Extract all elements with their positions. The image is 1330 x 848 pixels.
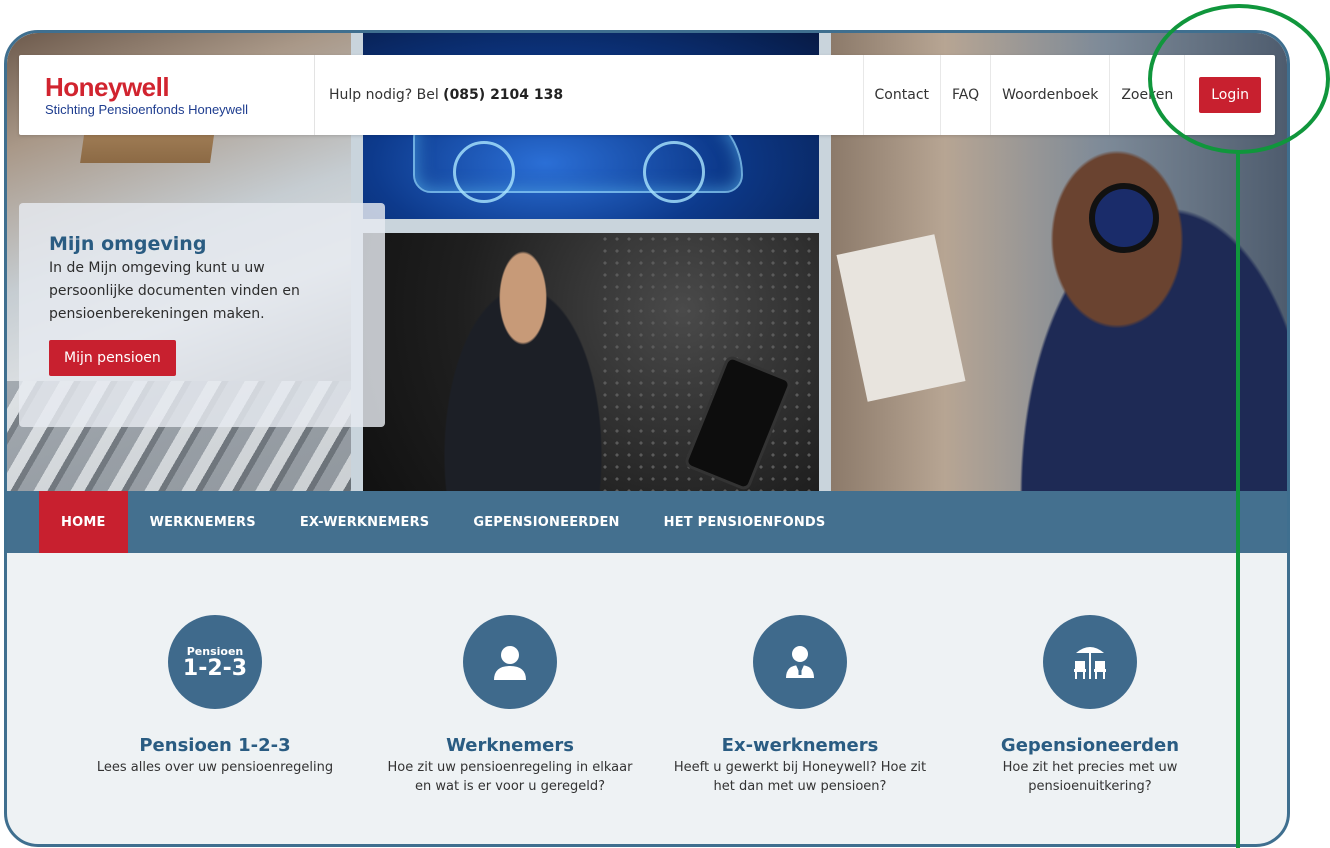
feature-desc: Lees alles over uw pensioenregeling bbox=[96, 760, 334, 775]
main-nav-het-pensioenfonds[interactable]: HET PENSIOENFONDS bbox=[642, 491, 848, 553]
browser-frame: Honeywell Stichting Pensioenfonds Honeyw… bbox=[4, 30, 1290, 847]
nav-link-faq[interactable]: FAQ bbox=[940, 55, 990, 135]
mijn-omgeving-card: Mijn omgeving In de Mijn omgeving kunt u… bbox=[19, 203, 385, 427]
main-nav-ex-werknemers[interactable]: EX-WERKNEMERS bbox=[278, 491, 452, 553]
nav-link-woordenboek[interactable]: Woordenboek bbox=[990, 55, 1109, 135]
person-suit-icon[interactable] bbox=[753, 615, 847, 709]
hero-wheel-shape bbox=[643, 141, 705, 203]
feature-title[interactable]: Werknemers bbox=[370, 735, 650, 756]
icon-big-text: 1-2-3 bbox=[182, 655, 248, 681]
mijn-pensioen-button[interactable]: Mijn pensioen bbox=[49, 340, 176, 376]
feature-werknemers[interactable]: Werknemers Hoe zit uw pensioenregeling i… bbox=[370, 615, 650, 796]
annotation-circle bbox=[1148, 4, 1330, 154]
feature-pensioen-123[interactable]: Pensioen 1-2-3 Pensioen 1-2-3 Lees alles… bbox=[75, 615, 355, 777]
hero-worker-shape bbox=[423, 243, 623, 491]
hero-wheel-shape bbox=[453, 141, 515, 203]
headset-icon bbox=[1089, 183, 1159, 253]
feature-desc: Hoe zit het precies met uw pensioenuitke… bbox=[1002, 760, 1178, 794]
person-icon[interactable] bbox=[463, 615, 557, 709]
card-text: In de Mijn omgeving kunt u uw persoonlij… bbox=[49, 260, 300, 322]
feature-title[interactable]: Pensioen 1-2-3 bbox=[75, 735, 355, 756]
feature-gepensioneerden[interactable]: Gepensioneerden Hoe zit het precies met … bbox=[950, 615, 1230, 796]
main-nav-werknemers[interactable]: WERKNEMERS bbox=[128, 491, 278, 553]
feature-title[interactable]: Gepensioneerden bbox=[950, 735, 1230, 756]
help-prefix: Hulp nodig? Bel bbox=[329, 87, 444, 103]
logo-wordmark: Honeywell bbox=[45, 71, 170, 102]
help-phone[interactable]: (085) 2104 138 bbox=[443, 87, 563, 103]
card-title: Mijn omgeving bbox=[49, 233, 207, 255]
pensioen-123-icon[interactable]: Pensioen 1-2-3 bbox=[168, 615, 262, 709]
hero-boxes-shape bbox=[836, 234, 966, 402]
main-nav-gepensioneerden[interactable]: GEPENSIONEERDEN bbox=[451, 491, 641, 553]
help-text: Hulp nodig? Bel (085) 2104 138 bbox=[315, 87, 863, 103]
feature-desc: Heeft u gewerkt bij Honeywell? Hoe zit h… bbox=[673, 760, 927, 794]
main-nav-home[interactable]: HOME bbox=[39, 491, 128, 553]
feature-title[interactable]: Ex-werknemers bbox=[660, 735, 940, 756]
main-nav: HOME WERKNEMERS EX-WERKNEMERS GEPENSIONE… bbox=[7, 491, 1287, 553]
hero-image-worker-tablet bbox=[363, 233, 819, 491]
beach-chairs-icon[interactable] bbox=[1043, 615, 1137, 709]
site-header: Honeywell Stichting Pensioenfonds Honeyw… bbox=[19, 55, 1275, 135]
feature-desc: Hoe zit uw pensioenregeling in elkaar en… bbox=[387, 760, 633, 794]
feature-ex-werknemers[interactable]: Ex-werknemers Heeft u gewerkt bij Honeyw… bbox=[660, 615, 940, 796]
annotation-line bbox=[1236, 150, 1240, 848]
nav-link-contact[interactable]: Contact bbox=[862, 55, 940, 135]
feature-section: Pensioen 1-2-3 Pensioen 1-2-3 Lees alles… bbox=[7, 553, 1287, 844]
logo-subtitle: Stichting Pensioenfonds Honeywell bbox=[45, 101, 249, 117]
logo[interactable]: Honeywell Stichting Pensioenfonds Honeyw… bbox=[19, 55, 315, 135]
